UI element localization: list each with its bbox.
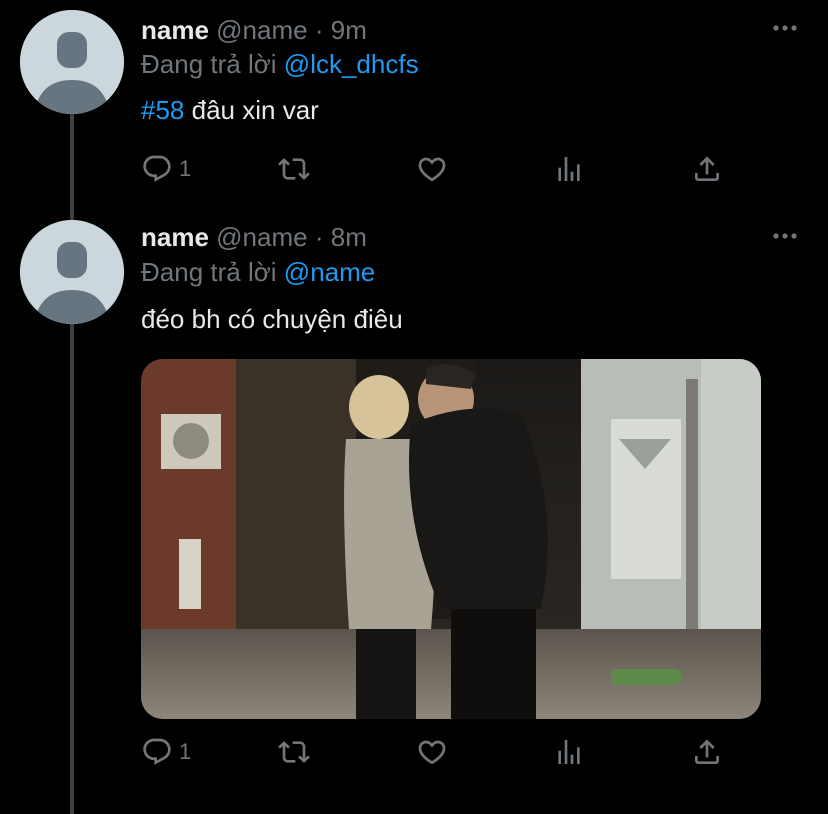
tweet-text: #58 đâu xin var bbox=[141, 94, 319, 126]
share-icon bbox=[695, 739, 719, 764]
tweet[interactable]: name @name · 9m Đang trả lời @lck_dhcfs … bbox=[0, 0, 828, 210]
hashtag-link[interactable]: #58 bbox=[141, 95, 184, 125]
default-avatar-icon bbox=[20, 220, 124, 324]
share-button[interactable] bbox=[691, 732, 723, 772]
share-icon bbox=[695, 156, 719, 181]
like-button[interactable] bbox=[416, 149, 448, 189]
replying-to-link[interactable]: @name bbox=[284, 257, 375, 287]
display-name[interactable]: name bbox=[141, 15, 209, 45]
more-options-button[interactable] bbox=[772, 18, 798, 38]
reply-button[interactable]: 1 bbox=[141, 732, 191, 772]
default-avatar-icon bbox=[20, 10, 124, 114]
separator: · bbox=[314, 15, 324, 45]
reply-count: 1 bbox=[179, 156, 192, 181]
retweet-icon bbox=[278, 158, 310, 180]
tweet-header: name @name · 8m bbox=[141, 221, 367, 253]
tweet-body: đâu xin var bbox=[191, 95, 319, 125]
user-handle[interactable]: @name bbox=[216, 222, 307, 252]
replying-to: Đang trả lời @lck_dhcfs bbox=[141, 48, 419, 80]
retweet-icon bbox=[278, 741, 310, 763]
replying-to-label: Đang trả lời bbox=[141, 49, 277, 79]
views-button[interactable] bbox=[553, 732, 585, 772]
retweet-button[interactable] bbox=[278, 732, 310, 772]
reply-icon bbox=[143, 738, 171, 765]
timestamp[interactable]: 9m bbox=[331, 15, 367, 45]
avatar[interactable] bbox=[20, 220, 124, 324]
tweet-text: đéo bh có chuyện điêu bbox=[141, 303, 403, 335]
more-options-button[interactable] bbox=[772, 226, 798, 246]
reply-count: 1 bbox=[179, 739, 192, 764]
views-icon bbox=[558, 157, 580, 181]
display-name[interactable]: name bbox=[141, 222, 209, 252]
more-icon bbox=[773, 25, 797, 31]
photo-image bbox=[141, 359, 761, 719]
like-button[interactable] bbox=[416, 732, 448, 772]
share-button[interactable] bbox=[691, 149, 723, 189]
reply-button[interactable]: 1 bbox=[141, 149, 191, 189]
more-icon bbox=[773, 233, 797, 239]
views-button[interactable] bbox=[553, 149, 585, 189]
tweet-actions: 1 bbox=[141, 732, 731, 772]
replying-to: Đang trả lời @name bbox=[141, 256, 375, 288]
reply-icon bbox=[143, 155, 171, 182]
separator: · bbox=[314, 222, 324, 252]
replying-to-link[interactable]: @lck_dhcfs bbox=[284, 49, 419, 79]
tweet-actions: 1 bbox=[141, 149, 731, 189]
retweet-button[interactable] bbox=[278, 149, 310, 189]
tweet-header: name @name · 9m bbox=[141, 14, 367, 46]
views-icon bbox=[558, 740, 580, 764]
avatar[interactable] bbox=[20, 10, 124, 114]
tweet-photo[interactable] bbox=[141, 359, 761, 719]
replying-to-label: Đang trả lời bbox=[141, 257, 277, 287]
tweet-body: đéo bh có chuyện điêu bbox=[141, 304, 403, 334]
heart-icon bbox=[418, 157, 446, 182]
heart-icon bbox=[418, 740, 446, 765]
user-handle[interactable]: @name bbox=[216, 15, 307, 45]
timestamp[interactable]: 8m bbox=[331, 222, 367, 252]
